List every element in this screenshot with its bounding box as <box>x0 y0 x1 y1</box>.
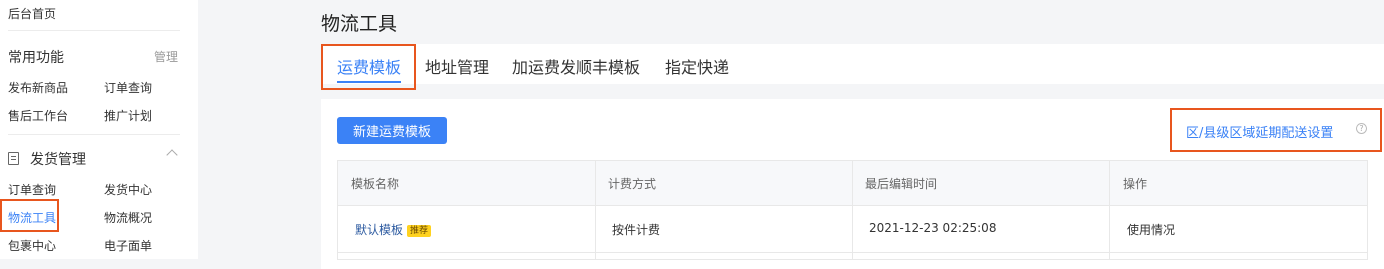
tab-shipping-template[interactable]: 运费模板 <box>337 54 401 78</box>
column-divider <box>1109 161 1110 259</box>
manage-link[interactable]: 管理 <box>154 48 178 65</box>
sidebar-item-promotion[interactable]: 推广计划 <box>104 107 152 124</box>
last-edited-cell: 2021-12-23 02:25:08 <box>869 221 997 235</box>
page-title: 物流工具 <box>321 13 398 35</box>
sidebar: 后台首页 常用功能 管理 发布新商品 订单查询 售后工作台 推广计划 发货管理 … <box>0 0 198 259</box>
header-actions: 操作 <box>1123 177 1148 191</box>
sidebar-item-publish-product[interactable]: 发布新商品 <box>8 79 68 96</box>
delay-delivery-setting-link[interactable]: 区/县级区域延期配送设置 <box>1186 122 1333 141</box>
row-divider <box>338 252 1367 253</box>
chevron-up-icon[interactable] <box>166 149 178 161</box>
help-icon[interactable]: ? <box>1356 123 1367 134</box>
billing-method-cell: 按件计费 <box>612 223 661 237</box>
header-billing-method: 计费方式 <box>608 177 657 191</box>
sidebar-item-e-waybill[interactable]: 电子面单 <box>104 237 152 254</box>
sidebar-item-aftersales[interactable]: 售后工作台 <box>8 107 68 124</box>
header-template-name: 模板名称 <box>351 177 400 191</box>
sidebar-item-logistics-tools[interactable]: 物流工具 <box>8 209 56 226</box>
active-tab-indicator <box>337 81 401 83</box>
sidebar-divider <box>8 30 180 31</box>
column-divider <box>595 161 596 259</box>
usage-action-link[interactable]: 使用情况 <box>1127 221 1175 238</box>
tab-bar: 运费模板 地址管理 加运费发顺丰模板 指定快递 <box>321 44 1384 84</box>
shipping-management-title[interactable]: 发货管理 <box>30 149 86 169</box>
tab-designated-courier[interactable]: 指定快递 <box>665 54 729 78</box>
tab-sf-express-template[interactable]: 加运费发顺丰模板 <box>512 54 640 78</box>
template-name[interactable]: 默认模板 <box>355 223 403 237</box>
template-name-link[interactable]: 默认模板 推荐 <box>355 221 432 238</box>
sidebar-item-package-center[interactable]: 包裹中心 <box>8 237 56 254</box>
document-icon <box>8 152 19 165</box>
sidebar-divider <box>8 134 180 135</box>
shipping-template-table: 模板名称 计费方式 最后编辑时间 操作 默认模板 推荐 按件计费 2021-12-… <box>337 160 1368 260</box>
sidebar-home-link[interactable]: 后台首页 <box>8 5 56 22</box>
tab-address-management[interactable]: 地址管理 <box>425 54 489 78</box>
sidebar-item-shipping-center[interactable]: 发货中心 <box>104 181 152 198</box>
common-functions-title: 常用功能 <box>8 50 64 66</box>
header-last-edited: 最后编辑时间 <box>865 177 938 191</box>
recommended-badge: 推荐 <box>407 225 432 237</box>
sidebar-item-order-query-2[interactable]: 订单查询 <box>8 181 56 198</box>
column-divider <box>852 161 853 259</box>
sidebar-item-order-query[interactable]: 订单查询 <box>104 79 152 96</box>
new-shipping-template-button[interactable]: 新建运费模板 <box>337 117 447 144</box>
sidebar-item-logistics-overview[interactable]: 物流概况 <box>104 209 152 226</box>
